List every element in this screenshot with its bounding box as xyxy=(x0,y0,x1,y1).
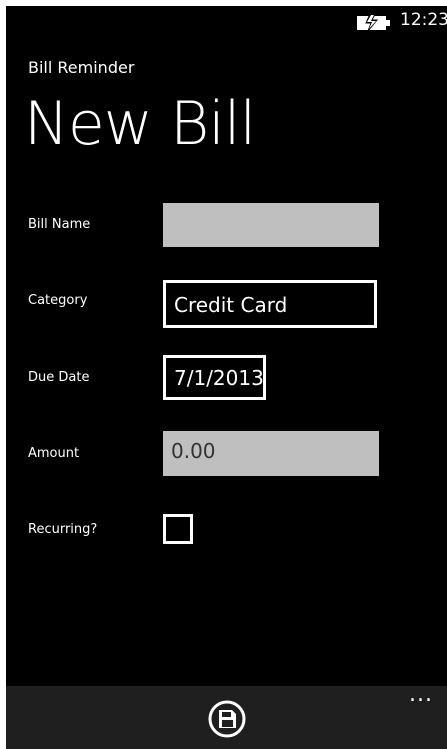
amount-input[interactable]: 0.00 xyxy=(163,431,379,476)
app-name: Bill Reminder xyxy=(28,58,135,77)
more-options-button[interactable]: ... xyxy=(409,684,433,706)
recurring-checkbox[interactable] xyxy=(163,514,193,544)
amount-label: Amount xyxy=(28,446,80,461)
category-label: Category xyxy=(28,293,88,308)
battery-charging-icon xyxy=(357,13,390,32)
bill-name-label: Bill Name xyxy=(28,217,91,232)
category-picker[interactable]: Credit Card xyxy=(163,280,377,328)
phone-screen: 12:23 Bill Reminder New Bill Bill Name C… xyxy=(6,6,447,749)
recurring-label: Recurring? xyxy=(28,522,98,537)
page-title: New Bill xyxy=(24,89,256,159)
save-icon[interactable] xyxy=(207,699,247,739)
app-bar: ... xyxy=(6,684,447,749)
status-bar: 12:23 xyxy=(6,6,447,42)
due-date-label: Due Date xyxy=(28,370,90,385)
bill-name-input[interactable] xyxy=(163,203,379,247)
status-time: 12:23 xyxy=(400,10,447,30)
due-date-picker[interactable]: 7/1/2013 xyxy=(163,355,266,400)
